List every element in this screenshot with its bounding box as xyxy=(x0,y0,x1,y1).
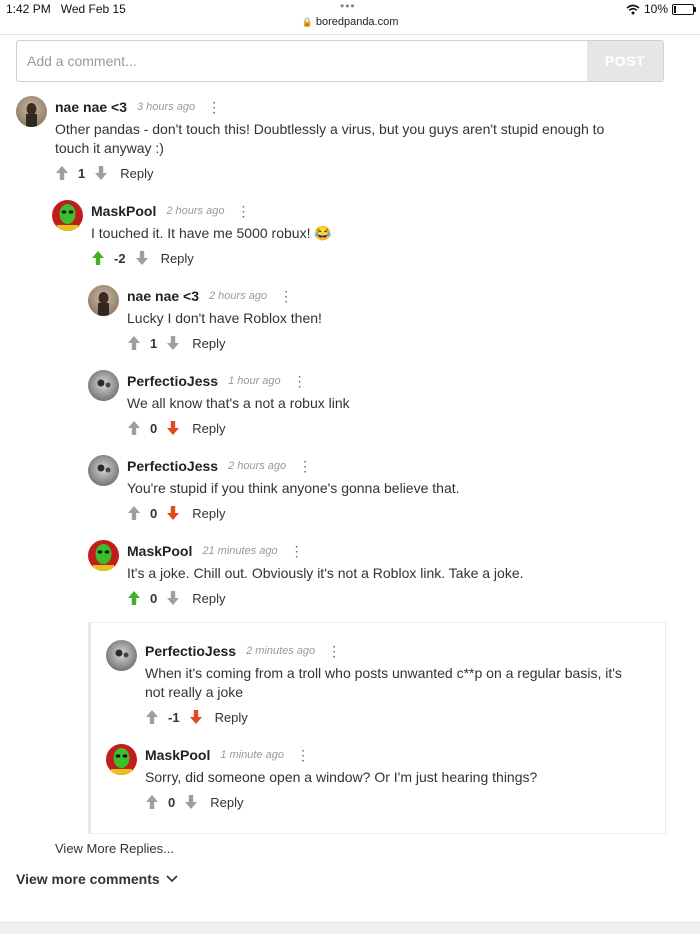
comment-author[interactable]: PerfectioJess xyxy=(127,373,218,389)
comment-time: 1 minute ago xyxy=(220,749,284,761)
comment-text: It's a joke. Chill out. Obviously it's n… xyxy=(127,565,524,581)
battery-percent: 10% xyxy=(643,2,668,16)
avatar[interactable] xyxy=(88,370,119,401)
vote-score: 1 xyxy=(150,335,158,351)
avatar[interactable] xyxy=(88,285,119,316)
comment-author[interactable]: nae nae <3 xyxy=(127,288,199,304)
comment-text: We all know that's a not a robux link xyxy=(127,395,350,411)
avatar[interactable] xyxy=(52,200,83,231)
post-button[interactable]: POST xyxy=(587,41,663,81)
more-options-icon[interactable]: ⋮ xyxy=(293,374,307,388)
upvote-icon[interactable] xyxy=(91,250,105,266)
comment-text: When it's coming from a troll who posts … xyxy=(145,665,622,700)
reply-link[interactable]: Reply xyxy=(210,795,243,810)
more-dots-icon[interactable]: ••• xyxy=(340,0,356,13)
upvote-icon[interactable] xyxy=(55,165,69,181)
comment-text: Sorry, did someone open a window? Or I'm… xyxy=(145,769,538,785)
vote-score: -1 xyxy=(168,709,180,725)
upvote-icon[interactable] xyxy=(145,709,159,725)
downvote-icon[interactable] xyxy=(135,250,149,266)
comment-time: 21 minutes ago xyxy=(202,545,278,557)
reply-link[interactable]: Reply xyxy=(192,421,225,436)
chevron-down-icon xyxy=(166,875,178,883)
upvote-icon[interactable] xyxy=(127,420,141,436)
vote-score: 0 xyxy=(150,590,158,606)
upvote-icon[interactable] xyxy=(145,794,159,810)
comment-author[interactable]: PerfectioJess xyxy=(145,643,236,659)
lock-icon: 🔒 xyxy=(301,17,313,27)
vote-score: 0 xyxy=(168,794,176,810)
reply-link[interactable]: Reply xyxy=(192,336,225,351)
view-more-comments-button[interactable]: View more comments xyxy=(16,871,178,887)
avatar[interactable] xyxy=(88,455,119,486)
vote-score: 1 xyxy=(78,165,86,181)
status-bar: 1:42 PM Wed Feb 15 ••• 🔒 boredpanda.com 10… xyxy=(0,0,700,35)
comment-author[interactable]: MaskPool xyxy=(145,747,210,763)
more-options-icon[interactable]: ⋮ xyxy=(207,100,221,114)
reply-link[interactable]: Reply xyxy=(120,166,153,181)
comment-text: Lucky I don't have Roblox then! xyxy=(127,310,322,326)
comment-form: POST xyxy=(16,40,664,82)
avatar[interactable] xyxy=(106,640,137,671)
more-options-icon[interactable]: ⋮ xyxy=(279,289,293,303)
clock: 1:42 PM xyxy=(6,2,51,16)
more-options-icon[interactable]: ⋮ xyxy=(290,544,304,558)
upvote-icon[interactable] xyxy=(127,590,141,606)
more-options-icon[interactable]: ⋮ xyxy=(327,644,341,658)
date: Wed Feb 15 xyxy=(60,2,126,16)
reply-link[interactable]: Reply xyxy=(192,506,225,521)
view-more-replies-link[interactable]: View More Replies... xyxy=(55,841,174,856)
vote-score: 0 xyxy=(150,505,158,521)
url-bar[interactable]: 🔒 boredpanda.com xyxy=(0,16,700,28)
comment-time: 2 hours ago xyxy=(209,290,268,302)
comment-input[interactable] xyxy=(17,41,587,81)
battery-icon xyxy=(672,3,696,15)
downvote-icon[interactable] xyxy=(166,505,180,521)
downvote-icon[interactable] xyxy=(166,590,180,606)
comment-author[interactable]: MaskPool xyxy=(127,543,192,559)
avatar[interactable] xyxy=(16,96,47,127)
downvote-icon[interactable] xyxy=(166,335,180,351)
comment-author[interactable]: MaskPool xyxy=(91,203,156,219)
avatar[interactable] xyxy=(88,540,119,571)
url-text: boredpanda.com xyxy=(315,16,399,28)
reply-link[interactable]: Reply xyxy=(161,251,194,266)
downvote-icon[interactable] xyxy=(166,420,180,436)
comment-time: 3 hours ago xyxy=(137,101,196,113)
reply-link[interactable]: Reply xyxy=(192,591,225,606)
more-options-icon[interactable]: ⋮ xyxy=(236,204,250,218)
vote-score: 0 xyxy=(150,420,158,436)
downvote-icon[interactable] xyxy=(189,709,203,725)
comment-time: 2 hours ago xyxy=(166,205,225,217)
vote-score: -2 xyxy=(114,250,126,266)
comment-text: You're stupid if you think anyone's gonn… xyxy=(127,480,460,496)
comment-time: 1 hour ago xyxy=(228,375,281,387)
comment-author[interactable]: PerfectioJess xyxy=(127,458,218,474)
upvote-icon[interactable] xyxy=(127,335,141,351)
comment-text: I touched it. It have me 5000 robux! 😂 xyxy=(91,225,332,241)
comment-time: 2 minutes ago xyxy=(246,645,316,657)
bottom-bar xyxy=(0,922,700,934)
comment-text: Other pandas - don't touch this! Doubtle… xyxy=(55,121,605,156)
comment-time: 2 hours ago xyxy=(228,460,287,472)
wifi-icon xyxy=(626,4,640,14)
upvote-icon[interactable] xyxy=(127,505,141,521)
view-more-comments-label: View more comments xyxy=(16,871,160,887)
downvote-icon[interactable] xyxy=(94,165,108,181)
comment-author[interactable]: nae nae <3 xyxy=(55,99,127,115)
reply-link[interactable]: Reply xyxy=(215,710,248,725)
more-options-icon[interactable]: ⋮ xyxy=(298,459,312,473)
avatar[interactable] xyxy=(106,744,137,775)
more-options-icon[interactable]: ⋮ xyxy=(296,748,310,762)
downvote-icon[interactable] xyxy=(184,794,198,810)
